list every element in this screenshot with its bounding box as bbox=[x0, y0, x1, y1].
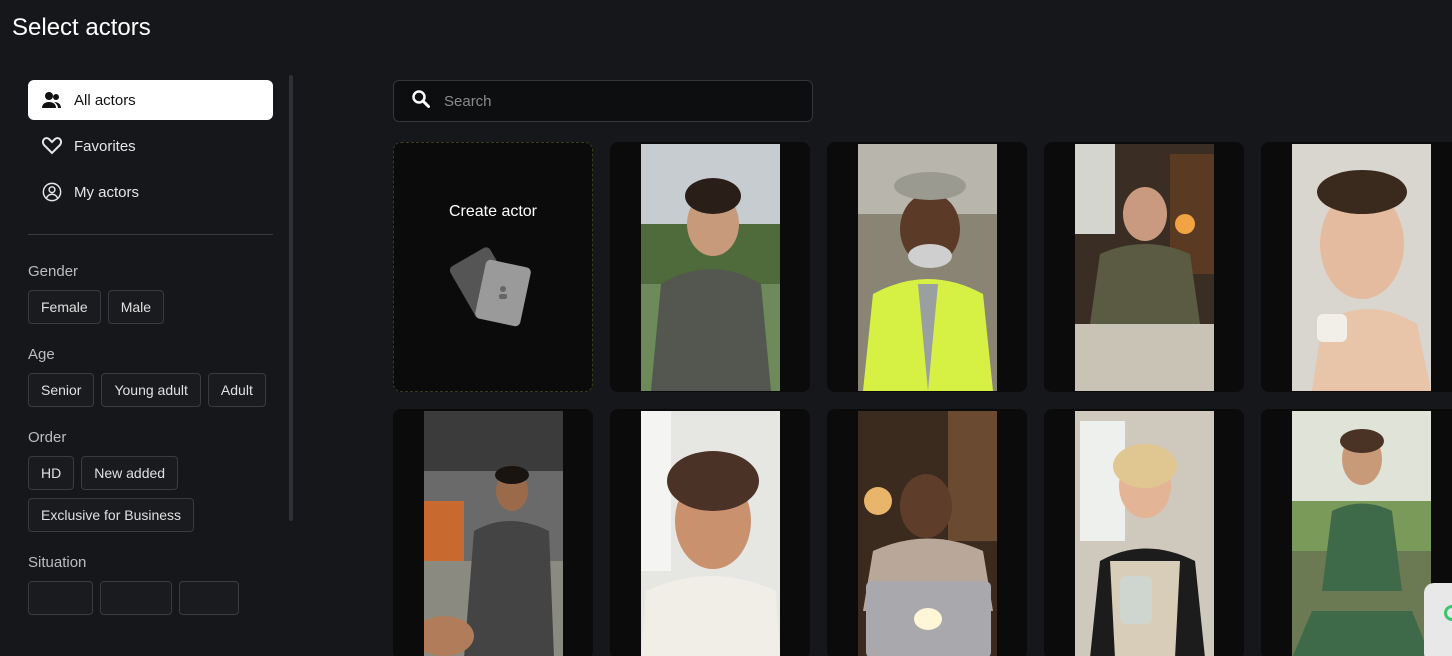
nav-item-label: My actors bbox=[74, 183, 140, 201]
actor-card[interactable] bbox=[827, 142, 1027, 392]
chip-senior[interactable]: Senior bbox=[28, 373, 95, 407]
gender-label: Gender bbox=[28, 263, 79, 280]
actor-card[interactable] bbox=[827, 409, 1027, 656]
nav-item-favorites[interactable]: Favorites bbox=[28, 126, 273, 166]
chip-situation[interactable] bbox=[100, 581, 172, 615]
age-chips: Senior Young adult Adult bbox=[28, 373, 273, 407]
chip-male[interactable]: Male bbox=[107, 290, 165, 324]
sidebar: All actors Favorites My actors Gender Fe… bbox=[28, 80, 273, 637]
cards-icon bbox=[449, 247, 531, 327]
divider bbox=[28, 234, 273, 235]
chip-young-adult[interactable]: Young adult bbox=[101, 373, 201, 407]
heart-icon bbox=[42, 136, 62, 156]
search-icon bbox=[412, 89, 430, 113]
chip-new-added[interactable]: New added bbox=[81, 456, 179, 490]
search-input[interactable] bbox=[444, 92, 784, 110]
search-bar bbox=[393, 80, 813, 122]
nav-item-all-actors[interactable]: All actors bbox=[28, 80, 273, 120]
whatsapp-button[interactable] bbox=[1424, 583, 1452, 656]
chip-adult[interactable]: Adult bbox=[207, 373, 266, 407]
actor-photo bbox=[1292, 144, 1431, 391]
page-title: Select actors bbox=[12, 14, 151, 41]
actor-card[interactable] bbox=[1044, 142, 1244, 392]
actor-photo bbox=[641, 411, 780, 656]
actor-card[interactable] bbox=[1261, 142, 1452, 392]
create-actor-card[interactable]: Create actor bbox=[393, 142, 593, 392]
users-icon bbox=[42, 90, 62, 110]
actor-photo bbox=[858, 411, 997, 656]
nav-item-label: All actors bbox=[74, 91, 136, 109]
situation-label: Situation bbox=[28, 554, 87, 571]
actor-photo bbox=[641, 144, 780, 391]
chip-situation[interactable] bbox=[28, 581, 93, 615]
situation-chips bbox=[28, 581, 273, 615]
actor-photo bbox=[424, 411, 563, 656]
order-label: Order bbox=[28, 429, 67, 446]
nav-item-label: Favorites bbox=[74, 137, 136, 155]
user-circle-icon bbox=[42, 182, 62, 202]
actor-card[interactable] bbox=[610, 142, 810, 392]
whatsapp-icon bbox=[1444, 605, 1452, 621]
chip-hd[interactable]: HD bbox=[28, 456, 75, 490]
chip-exclusive-business[interactable]: Exclusive for Business bbox=[28, 498, 195, 532]
actor-photo bbox=[858, 144, 997, 391]
actor-card[interactable] bbox=[1044, 409, 1244, 656]
actor-card[interactable] bbox=[610, 409, 810, 656]
gender-chips: Female Male bbox=[28, 290, 273, 324]
chip-situation[interactable] bbox=[179, 581, 239, 615]
order-chips: HD New added Exclusive for Business bbox=[28, 456, 273, 532]
actor-card[interactable] bbox=[393, 409, 593, 656]
sidebar-scrollbar[interactable] bbox=[289, 75, 293, 521]
nav-item-my-actors[interactable]: My actors bbox=[28, 172, 273, 212]
actor-photo bbox=[1075, 144, 1214, 391]
age-label: Age bbox=[28, 346, 55, 363]
chip-female[interactable]: Female bbox=[28, 290, 101, 324]
actor-photo bbox=[1075, 411, 1214, 656]
actor-photo bbox=[1292, 411, 1431, 656]
create-actor-label: Create actor bbox=[448, 203, 538, 220]
